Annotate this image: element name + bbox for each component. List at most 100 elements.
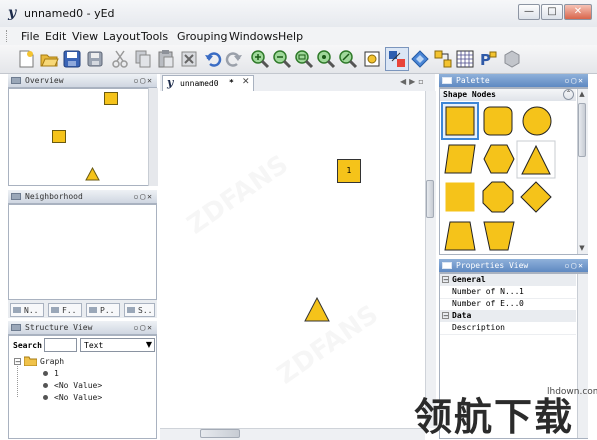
tree-node-bullet-icon bbox=[43, 395, 48, 400]
menu-grouping[interactable]: Grouping bbox=[177, 30, 228, 43]
zoom-in-icon[interactable] bbox=[250, 49, 270, 69]
tab-predecessors[interactable]: P.. bbox=[86, 303, 120, 317]
undo-icon[interactable] bbox=[203, 49, 223, 69]
panel-controls-icon[interactable]: ▫▢✕ bbox=[565, 259, 585, 273]
menu-grip bbox=[6, 30, 10, 42]
zoom-out-icon[interactable] bbox=[272, 49, 292, 69]
group-collapse-toggle[interactable]: − bbox=[442, 312, 449, 320]
menu-help[interactable]: Help bbox=[278, 30, 303, 43]
shape-rectangle[interactable] bbox=[445, 106, 475, 136]
grid-icon[interactable] bbox=[455, 49, 475, 69]
menu-windows[interactable]: Windows bbox=[229, 30, 278, 43]
move-diagonal-icon[interactable] bbox=[410, 49, 430, 69]
zoom-100-icon[interactable] bbox=[294, 49, 314, 69]
delete-icon[interactable] bbox=[179, 49, 199, 69]
shape-parallelogram[interactable] bbox=[444, 144, 476, 174]
close-window-button[interactable]: ✕ bbox=[564, 4, 592, 20]
palette-panel-icon bbox=[442, 77, 452, 84]
open-folder-icon[interactable] bbox=[39, 49, 59, 69]
panel-controls-icon[interactable]: ▫▢✕ bbox=[565, 74, 585, 88]
palette-section-bar[interactable]: Shape Nodes ⌃ bbox=[440, 89, 576, 101]
property-key: Description bbox=[452, 323, 505, 332]
menu-edit[interactable]: Edit bbox=[45, 30, 66, 43]
tab-successors[interactable]: S.. bbox=[124, 303, 155, 317]
copy-icon[interactable] bbox=[133, 49, 153, 69]
panel-controls-icon[interactable]: ▫▢✕ bbox=[134, 321, 154, 335]
tree-item[interactable]: 1 bbox=[54, 369, 59, 378]
zoom-selection-icon[interactable] bbox=[338, 49, 358, 69]
minimize-button[interactable]: — bbox=[518, 4, 540, 20]
paste-icon[interactable] bbox=[156, 49, 176, 69]
tab-icon bbox=[13, 307, 21, 313]
properties-scrollbar[interactable] bbox=[577, 274, 588, 438]
tab-icon bbox=[51, 307, 59, 313]
tab-icon bbox=[89, 307, 97, 313]
menu-tools[interactable]: Tools bbox=[141, 30, 168, 43]
overview-triangle-node bbox=[85, 167, 100, 181]
shape-trapezoid[interactable] bbox=[444, 221, 476, 251]
snap-icon[interactable] bbox=[433, 49, 453, 69]
document-tab[interactable]: y unnamed0 * ✕ bbox=[162, 75, 254, 91]
layout-icon[interactable] bbox=[502, 49, 522, 69]
menu-view[interactable]: View bbox=[72, 30, 98, 43]
tab-folding[interactable]: F.. bbox=[48, 303, 82, 317]
tree-item[interactable]: <No Value> bbox=[54, 381, 102, 390]
tree-root-label[interactable]: Graph bbox=[40, 357, 64, 366]
shape-diamond[interactable] bbox=[520, 181, 552, 213]
panel-controls-icon[interactable]: ▫▢✕ bbox=[134, 190, 154, 204]
svg-text:P: P bbox=[480, 51, 491, 69]
zoom-fit-icon[interactable] bbox=[316, 49, 336, 69]
shape-ellipse[interactable] bbox=[522, 106, 552, 136]
tree-guide bbox=[17, 366, 19, 397]
palette-scroll-thumb[interactable] bbox=[578, 103, 586, 157]
redo-icon[interactable] bbox=[224, 49, 244, 69]
tree-collapse-toggle[interactable]: − bbox=[14, 358, 21, 366]
shape-octagon[interactable] bbox=[482, 181, 514, 213]
group-collapse-toggle[interactable]: − bbox=[442, 276, 449, 284]
overview-scrollbar[interactable] bbox=[148, 88, 158, 186]
canvas-vscroll-thumb[interactable] bbox=[426, 180, 434, 218]
scroll-down-icon[interactable]: ▼ bbox=[577, 244, 587, 252]
property-row[interactable]: Description bbox=[440, 322, 576, 335]
scroll-up-icon[interactable]: ▲ bbox=[577, 90, 587, 98]
menu-file[interactable]: File bbox=[21, 30, 39, 43]
tab-neighborhood[interactable]: N.. bbox=[10, 303, 44, 317]
save-as-icon[interactable] bbox=[85, 49, 105, 69]
overview-panel[interactable] bbox=[8, 88, 157, 186]
canvas-vertical-scrollbar[interactable] bbox=[425, 91, 436, 428]
fit-content-icon[interactable] bbox=[362, 49, 382, 69]
shape-inverted-trapezoid[interactable] bbox=[483, 221, 515, 251]
neighborhood-title: Neighborhood bbox=[25, 192, 83, 201]
maximize-button[interactable]: □ bbox=[541, 4, 563, 20]
shape-hexagon[interactable] bbox=[483, 144, 515, 174]
cut-icon[interactable] bbox=[110, 49, 130, 69]
property-group-row[interactable]: − General bbox=[440, 274, 576, 286]
properties-icon[interactable]: P bbox=[478, 49, 498, 69]
menu-layout[interactable]: Layout bbox=[103, 30, 140, 43]
property-group-row[interactable]: − Data bbox=[440, 310, 576, 322]
structure-filter-select[interactable]: Text ▼ bbox=[80, 338, 155, 352]
canvas-hscroll-thumb[interactable] bbox=[200, 429, 240, 438]
structure-view-title: Structure View bbox=[25, 323, 93, 332]
tab-scroll-arrows-icon[interactable]: ◀▶▫ bbox=[400, 77, 427, 86]
search-label: Search bbox=[13, 341, 42, 350]
close-tab-icon[interactable]: ✕ bbox=[242, 77, 250, 87]
structure-search-input[interactable] bbox=[44, 338, 77, 352]
shape-rounded-rectangle[interactable] bbox=[483, 106, 513, 136]
tree-item[interactable]: <No Value> bbox=[54, 393, 102, 402]
tab-label: S.. bbox=[138, 306, 153, 315]
collapse-section-icon[interactable]: ⌃ bbox=[563, 89, 574, 100]
modified-indicator: * bbox=[229, 78, 234, 87]
overview-panel-icon bbox=[11, 77, 21, 84]
panel-controls-icon[interactable]: ▫▢✕ bbox=[134, 74, 154, 88]
property-key: Number of N... bbox=[452, 287, 520, 296]
shape-rectangle-no-border[interactable] bbox=[445, 182, 475, 212]
select-node-icon[interactable] bbox=[387, 49, 407, 69]
neighborhood-panel[interactable] bbox=[8, 204, 157, 300]
graph-node-triangle[interactable] bbox=[304, 297, 330, 322]
structure-view-header: Structure View ▫▢✕ bbox=[8, 321, 157, 335]
document-tab-label: unnamed0 bbox=[180, 79, 219, 88]
graph-node-square[interactable]: 1 bbox=[337, 159, 361, 183]
new-document-icon[interactable] bbox=[16, 49, 36, 69]
save-icon[interactable] bbox=[62, 49, 82, 69]
